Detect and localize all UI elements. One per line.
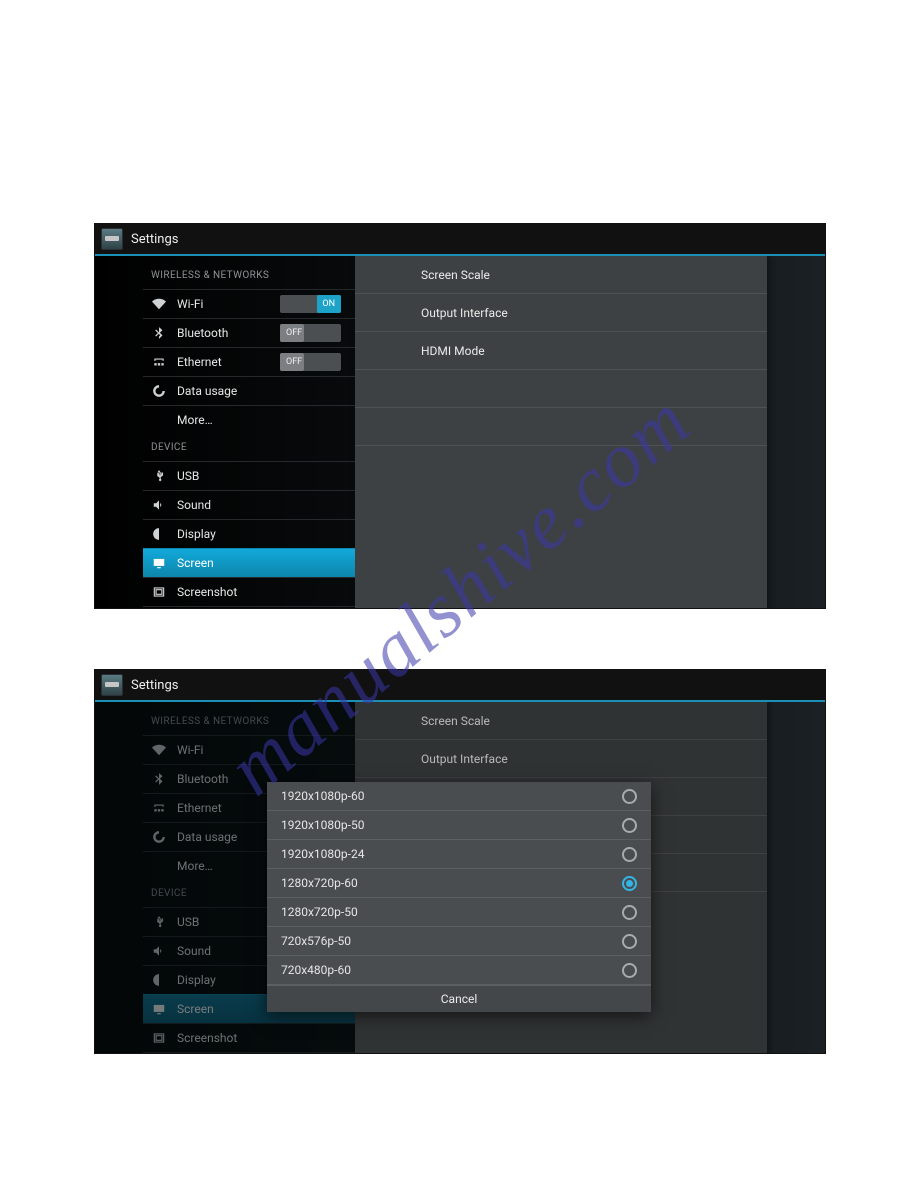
settings-panel-1: Settings WIRELESS & NETWORKS Wi-Fi ON: [94, 223, 826, 609]
radio-icon: [622, 905, 637, 920]
blank-icon: [151, 858, 167, 874]
bluetooth-icon: [151, 325, 167, 341]
section-header-device: DEVICE: [151, 434, 355, 461]
sidebar-item-label: Wi-Fi: [177, 297, 280, 311]
settings-icon: [101, 674, 123, 696]
radio-icon: [622, 934, 637, 949]
detail-item-output-interface[interactable]: Output Interface: [355, 740, 767, 778]
screenshot-icon: [151, 1030, 167, 1046]
data-usage-icon: [151, 383, 167, 399]
sidebar-item-label: Screenshot: [177, 1031, 355, 1045]
radio-icon: [622, 876, 637, 891]
panel-body: WIRELESS & NETWORKS Wi-Fi ON Bluet: [95, 256, 825, 609]
hdmi-option-label: 720x480p-60: [281, 963, 351, 977]
hdmi-mode-dialog: 1920x1080p-60 1920x1080p-50 1920x1080p-2…: [267, 782, 651, 1012]
title-bar: Settings: [95, 670, 825, 702]
hdmi-option-label: 1920x1080p-50: [281, 818, 364, 832]
sidebar-item-screen[interactable]: Screen: [143, 548, 355, 577]
sound-icon: [151, 497, 167, 513]
sidebar-item-storage[interactable]: Storage: [143, 606, 355, 609]
dialog-cancel-button[interactable]: Cancel: [267, 985, 651, 1012]
detail-gap: [355, 370, 767, 408]
screen-icon: [151, 555, 167, 571]
sidebar-item-storage[interactable]: Storage: [143, 1052, 355, 1054]
sidebar-item-screenshot[interactable]: Screenshot: [143, 577, 355, 606]
blank-icon: [151, 412, 167, 428]
sound-icon: [151, 943, 167, 959]
usb-icon: [151, 914, 167, 930]
wifi-toggle[interactable]: ON: [280, 295, 341, 313]
wifi-icon: [151, 296, 167, 312]
display-icon: [151, 526, 167, 542]
app-title: Settings: [131, 232, 178, 247]
bluetooth-toggle[interactable]: OFF: [280, 324, 341, 342]
sidebar-item-label: Screen: [177, 556, 355, 570]
hdmi-option-3[interactable]: 1280x720p-60: [267, 869, 651, 898]
title-bar: Settings: [95, 224, 825, 256]
radio-icon: [622, 818, 637, 833]
page-root: manualshive.com Settings WIRELESS & NETW…: [0, 0, 918, 1188]
sidebar-item-sound[interactable]: Sound: [143, 490, 355, 519]
sidebar-item-wifi[interactable]: Wi-Fi: [143, 735, 355, 764]
sidebar-item-label: Sound: [177, 498, 355, 512]
detail-gap: [355, 408, 767, 446]
sidebar-item-display[interactable]: Display: [143, 519, 355, 548]
detail-pane: Screen Scale Output Interface HDMI Mode: [355, 256, 825, 609]
radio-icon: [622, 847, 637, 862]
hdmi-option-5[interactable]: 720x576p-50: [267, 927, 651, 956]
sidebar-item-screenshot[interactable]: Screenshot: [143, 1023, 355, 1052]
usb-icon: [151, 468, 167, 484]
section-header-wireless: WIRELESS & NETWORKS: [151, 708, 355, 735]
sidebar-item-ethernet[interactable]: Ethernet OFF: [143, 347, 355, 376]
detail-item-output-interface[interactable]: Output Interface: [355, 294, 767, 332]
bluetooth-icon: [151, 771, 167, 787]
hdmi-option-label: 1920x1080p-24: [281, 847, 364, 861]
detail-item-screen-scale[interactable]: Screen Scale: [355, 256, 767, 294]
sidebar-item-label: Data usage: [177, 384, 355, 398]
radio-icon: [622, 789, 637, 804]
settings-panel-2: Settings WIRELESS & NETWORKS Wi-Fi Bluet…: [94, 669, 826, 1054]
settings-sidebar: WIRELESS & NETWORKS Wi-Fi ON Bluet: [95, 256, 355, 609]
sidebar-item-label: Bluetooth: [177, 326, 280, 340]
detail-item-screen-scale[interactable]: Screen Scale: [355, 702, 767, 740]
sidebar-item-label: Display: [177, 527, 355, 541]
sidebar-item-bluetooth[interactable]: Bluetooth OFF: [143, 318, 355, 347]
hdmi-option-1[interactable]: 1920x1080p-50: [267, 811, 651, 840]
ethernet-toggle[interactable]: OFF: [280, 353, 341, 371]
hdmi-option-6[interactable]: 720x480p-60: [267, 956, 651, 985]
detail-card: Screen Scale Output Interface HDMI Mode: [355, 256, 767, 609]
sidebar-item-label: More…: [177, 413, 355, 427]
hdmi-option-4[interactable]: 1280x720p-50: [267, 898, 651, 927]
ethernet-icon: [151, 800, 167, 816]
data-usage-icon: [151, 829, 167, 845]
sidebar-item-label: Screenshot: [177, 585, 355, 599]
hdmi-option-2[interactable]: 1920x1080p-24: [267, 840, 651, 869]
screen-icon: [151, 1001, 167, 1017]
sidebar-item-usb[interactable]: USB: [143, 461, 355, 490]
sidebar-item-data-usage[interactable]: Data usage: [143, 376, 355, 405]
radio-icon: [622, 963, 637, 978]
sidebar-item-more[interactable]: More…: [143, 405, 355, 434]
sidebar-item-label: Wi-Fi: [177, 743, 355, 757]
wifi-icon: [151, 742, 167, 758]
settings-icon: [101, 228, 123, 250]
hdmi-option-0[interactable]: 1920x1080p-60: [267, 782, 651, 811]
display-icon: [151, 972, 167, 988]
hdmi-option-label: 1920x1080p-60: [281, 789, 364, 803]
hdmi-option-label: 1280x720p-60: [281, 876, 358, 890]
sidebar-item-wifi[interactable]: Wi-Fi ON: [143, 289, 355, 318]
hdmi-option-label: 720x576p-50: [281, 934, 351, 948]
screenshot-icon: [151, 584, 167, 600]
sidebar-item-label: USB: [177, 469, 355, 483]
app-title: Settings: [131, 678, 178, 693]
detail-item-hdmi-mode[interactable]: HDMI Mode: [355, 332, 767, 370]
ethernet-icon: [151, 354, 167, 370]
sidebar-item-label: Ethernet: [177, 355, 280, 369]
panel-body: WIRELESS & NETWORKS Wi-Fi Bluetooth Ethe…: [95, 702, 825, 1054]
section-header-wireless: WIRELESS & NETWORKS: [151, 262, 355, 289]
hdmi-option-label: 1280x720p-50: [281, 905, 358, 919]
